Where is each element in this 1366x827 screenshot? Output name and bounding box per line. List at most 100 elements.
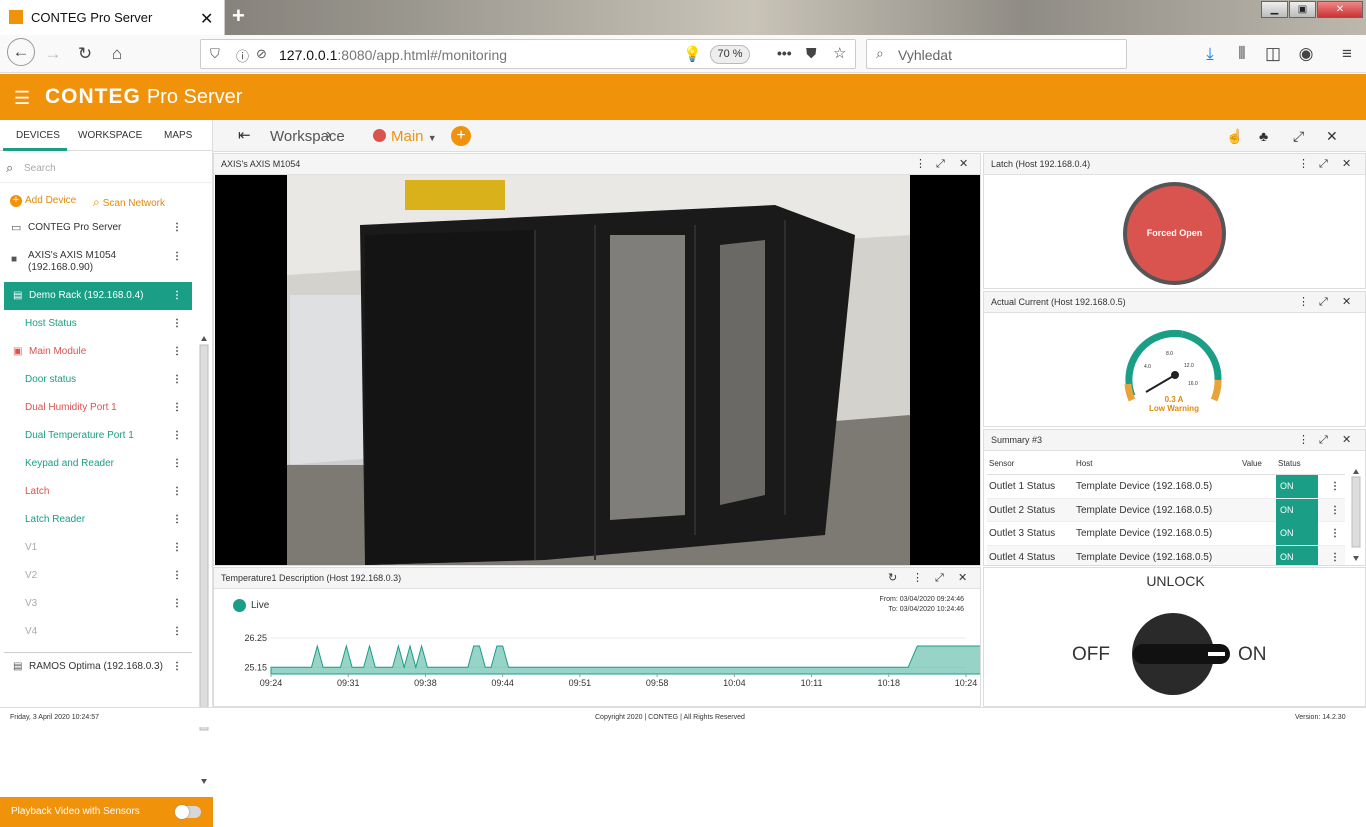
zoom-level[interactable]: 70 % bbox=[710, 45, 750, 64]
tree-item-host-status[interactable]: Host Status ⋮ bbox=[4, 310, 192, 338]
tree-item-conteg-pro-server[interactable]: ▭ CONTEG Pro Server ⋮ bbox=[4, 214, 192, 242]
browser-search-input[interactable]: ⌕ Vyhledat bbox=[866, 39, 1127, 69]
tree-item-ramos-optima[interactable]: ▤ RAMOS Optima (192.168.0.3) ⋮ bbox=[4, 652, 192, 680]
more-options-icon[interactable]: ⋮ bbox=[1330, 499, 1340, 522]
reload-icon[interactable]: ↻ bbox=[74, 43, 96, 65]
hamburger-menu-icon[interactable]: ☰ bbox=[14, 88, 30, 109]
tree-item-keypad-reader[interactable]: Keypad and Reader ⋮ bbox=[4, 450, 192, 478]
column-header-value[interactable]: Value bbox=[1242, 453, 1262, 475]
temperature-chart[interactable]: 26.25 25.15 09:24 09:31 09:38 09:44 09:51 09:58… bbox=[214, 626, 980, 688]
more-options-icon[interactable]: ⋮ bbox=[915, 154, 926, 175]
more-options-icon[interactable]: ⋮ bbox=[172, 422, 182, 450]
account-icon[interactable]: ◉ bbox=[1295, 43, 1317, 65]
more-options-icon[interactable]: ⋮ bbox=[1330, 475, 1340, 498]
tree-item-axis-camera[interactable]: ■ AXIS's AXIS M1054 (192.168.0.90) ⋮ bbox=[4, 242, 192, 282]
minimize-window-icon[interactable]: ▁ bbox=[1261, 1, 1288, 18]
column-header-status[interactable]: Status bbox=[1278, 453, 1301, 475]
more-options-icon[interactable]: ⋮ bbox=[172, 590, 182, 618]
collapse-sidebar-icon[interactable]: ⇤ bbox=[238, 126, 251, 144]
tree-item-door-status[interactable]: Door status ⋮ bbox=[4, 366, 192, 394]
tree-item-v2[interactable]: V2 ⋮ bbox=[4, 562, 192, 590]
url-bar[interactable]: ⛉ ⓘ ⊘ 127.0.0.1:8080/app.html#/monitorin… bbox=[200, 39, 856, 69]
expand-icon[interactable]: ⤢ bbox=[935, 568, 944, 589]
info-icon[interactable]: ⓘ bbox=[236, 46, 249, 65]
library-icon[interactable]: ⫴ bbox=[1231, 43, 1253, 65]
camera-video-feed[interactable] bbox=[215, 175, 980, 565]
touch-mode-icon[interactable]: ☝ bbox=[1226, 128, 1243, 145]
new-tab-icon[interactable]: + bbox=[232, 3, 245, 29]
more-options-icon[interactable]: ⋮ bbox=[1298, 430, 1309, 451]
close-icon[interactable]: ✕ bbox=[959, 154, 968, 175]
column-header-sensor[interactable]: Sensor bbox=[989, 453, 1014, 475]
close-icon[interactable]: ✕ bbox=[958, 568, 967, 589]
alarm-icon[interactable]: ♣ bbox=[1259, 128, 1268, 144]
refresh-icon[interactable]: ↻ bbox=[888, 568, 897, 589]
close-tab-icon[interactable]: ✕ bbox=[200, 9, 213, 29]
table-row[interactable]: Outlet 4 Status Template Device (192.168.… bbox=[987, 545, 1345, 565]
tree-item-dual-humidity[interactable]: Dual Humidity Port 1 ⋮ bbox=[4, 394, 192, 422]
more-options-icon[interactable]: ⋮ bbox=[1298, 154, 1309, 175]
menu-icon[interactable]: ≡ bbox=[1336, 43, 1358, 65]
tree-item-dual-temperature[interactable]: Dual Temperature Port 1 ⋮ bbox=[4, 422, 192, 450]
more-options-icon[interactable]: ⋮ bbox=[172, 534, 182, 562]
more-options-icon[interactable]: ⋮ bbox=[172, 478, 182, 506]
more-options-icon[interactable]: ⋮ bbox=[172, 618, 182, 646]
close-icon[interactable]: ✕ bbox=[1342, 154, 1351, 175]
more-options-icon[interactable]: ⋮ bbox=[172, 251, 182, 263]
more-options-icon[interactable]: ⋮ bbox=[172, 338, 182, 366]
more-options-icon[interactable]: ⋮ bbox=[172, 282, 182, 310]
column-header-host[interactable]: Host bbox=[1076, 453, 1092, 475]
more-options-icon[interactable]: ⋮ bbox=[172, 214, 182, 242]
close-icon[interactable]: ✕ bbox=[1342, 292, 1351, 313]
more-options-icon[interactable]: ⋮ bbox=[912, 568, 923, 589]
close-icon[interactable]: ✕ bbox=[1326, 128, 1338, 145]
tree-item-latch-reader[interactable]: Latch Reader ⋮ bbox=[4, 506, 192, 534]
more-options-icon[interactable]: ⋮ bbox=[1298, 292, 1309, 313]
browser-tab[interactable]: CONTEG Pro Server ✕ bbox=[0, 0, 225, 35]
tree-item-v3[interactable]: V3 ⋮ bbox=[4, 590, 192, 618]
more-options-icon[interactable]: ⋮ bbox=[1330, 522, 1340, 545]
table-row[interactable]: Outlet 3 Status Template Device (192.168.… bbox=[987, 522, 1345, 546]
pocket-icon[interactable]: ⛊ bbox=[806, 45, 817, 62]
expand-icon[interactable]: ⤢ bbox=[1319, 154, 1328, 175]
close-icon[interactable]: ✕ bbox=[1342, 430, 1351, 451]
more-icon[interactable]: ••• bbox=[777, 45, 792, 61]
device-search-input[interactable]: ⌕ Search bbox=[0, 151, 213, 183]
maximize-window-icon[interactable]: ▣ bbox=[1289, 1, 1316, 18]
home-icon[interactable]: ⌂ bbox=[106, 43, 128, 65]
more-options-icon[interactable]: ⋮ bbox=[172, 394, 182, 422]
forward-icon[interactable]: → bbox=[42, 43, 64, 65]
back-icon[interactable]: ← bbox=[7, 38, 35, 66]
add-widget-button[interactable]: + bbox=[451, 126, 471, 146]
latch-state-button[interactable]: Forced Open bbox=[1123, 182, 1226, 285]
scan-network-button[interactable]: ⌕ Scan Network bbox=[93, 195, 165, 210]
expand-icon[interactable]: ⤢ bbox=[1319, 430, 1328, 451]
tree-item-demo-rack[interactable]: ▤ Demo Rack (192.168.0.4) ⋮ bbox=[4, 282, 192, 310]
tree-item-main-module[interactable]: ▣ Main Module ⋮ bbox=[4, 338, 192, 366]
tab-devices[interactable]: DEVICES bbox=[16, 130, 60, 141]
more-options-icon[interactable]: ⋮ bbox=[172, 310, 182, 338]
expand-icon[interactable]: ⤢ bbox=[1319, 292, 1328, 313]
more-options-icon[interactable]: ⋮ bbox=[172, 450, 182, 478]
expand-icon[interactable]: ⤢ bbox=[936, 154, 945, 175]
bookmark-star-icon[interactable]: ☆ bbox=[833, 44, 846, 62]
more-options-icon[interactable]: ⋮ bbox=[172, 653, 182, 681]
more-options-icon[interactable]: ⋮ bbox=[172, 506, 182, 534]
playback-toggle[interactable] bbox=[175, 805, 201, 819]
tab-maps[interactable]: MAPS bbox=[164, 130, 192, 141]
workspace-selector[interactable]: Main ▼ bbox=[391, 128, 437, 145]
tree-item-v1[interactable]: V1 ⋮ bbox=[4, 534, 192, 562]
unlock-rotary-switch[interactable] bbox=[1131, 612, 1233, 696]
summary-scrollbar[interactable] bbox=[1350, 468, 1362, 564]
fullscreen-icon[interactable]: ⤢ bbox=[1293, 128, 1304, 145]
sidebar-toggle-icon[interactable]: ◫ bbox=[1262, 43, 1284, 65]
table-row[interactable]: Outlet 1 Status Template Device (192.168.… bbox=[987, 475, 1345, 499]
table-row[interactable]: Outlet 2 Status Template Device (192.168.… bbox=[987, 498, 1345, 522]
add-device-button[interactable]: + Add Device bbox=[10, 195, 76, 207]
more-options-icon[interactable]: ⋮ bbox=[172, 366, 182, 394]
close-window-icon[interactable]: ✕ bbox=[1317, 1, 1363, 18]
tree-item-v4[interactable]: V4 ⋮ bbox=[4, 618, 192, 646]
more-options-icon[interactable]: ⋮ bbox=[172, 562, 182, 590]
lightbulb-icon[interactable]: 💡 bbox=[683, 45, 702, 63]
breadcrumb-workspace[interactable]: Workspace bbox=[270, 128, 345, 145]
